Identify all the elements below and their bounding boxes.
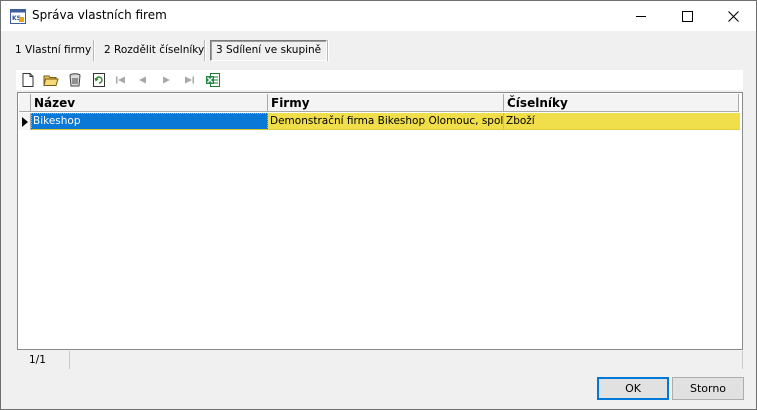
- table-row[interactable]: Bikeshop Demonstrační firma Bikeshop Olo…: [19, 113, 740, 130]
- tab-separator: [327, 40, 329, 61]
- tab-strip: 1 Vlastní firmy 2 Rozdělit číselníky 3 S…: [1, 39, 756, 61]
- excel-export-icon[interactable]: [205, 72, 221, 88]
- maximize-icon: [681, 10, 693, 22]
- new-document-icon[interactable]: [20, 72, 36, 88]
- tab-rozdelit-ciselniky[interactable]: 2 Rozdělit číselníky: [99, 39, 209, 61]
- window: KS Správa vlastních firem 1 Vlastní firm…: [0, 0, 757, 410]
- ok-button[interactable]: OK: [597, 377, 669, 400]
- record-position: 1/1: [16, 351, 70, 369]
- maximize-button[interactable]: [664, 1, 710, 31]
- close-icon: [727, 10, 739, 22]
- last-record-icon: [185, 76, 194, 84]
- minimize-icon: [636, 15, 646, 17]
- cell-nazev[interactable]: Bikeshop: [31, 113, 268, 130]
- current-row-arrow-icon: [22, 117, 28, 127]
- ks-app-icon: KS: [10, 9, 26, 24]
- close-button[interactable]: [710, 1, 756, 31]
- row-indicator: [19, 113, 31, 130]
- title-bar: KS Správa vlastních firem: [1, 1, 756, 31]
- tab-separator: [204, 40, 206, 61]
- row-indicator-header: [19, 94, 31, 112]
- refresh-icon[interactable]: [91, 72, 107, 88]
- minimize-button[interactable]: [618, 1, 664, 31]
- data-grid[interactable]: Název Firmy Číselníky Bikeshop Demonstra…: [17, 92, 743, 350]
- first-record-icon: [116, 76, 125, 84]
- toolbar: [16, 70, 743, 90]
- cancel-button[interactable]: Storno: [672, 377, 744, 400]
- tab-separator: [93, 40, 95, 61]
- delete-bin-icon[interactable]: [67, 72, 83, 88]
- tab-vlastni-firmy[interactable]: 1 Vlastní firmy: [10, 39, 96, 61]
- window-title: Správa vlastních firem: [32, 8, 167, 22]
- previous-record-icon: [139, 76, 146, 84]
- column-header-nazev[interactable]: Název: [31, 94, 268, 112]
- cell-firmy[interactable]: Demonstrační firma Bikeshop Olomouc, spo…: [268, 113, 504, 130]
- column-header-firmy[interactable]: Firmy: [268, 94, 504, 112]
- open-folder-icon[interactable]: [43, 72, 59, 88]
- column-header-ciselniky[interactable]: Číselníky: [504, 94, 739, 112]
- tab-sdileni-ve-skupine[interactable]: 3 Sdílení ve skupině: [210, 40, 328, 61]
- status-bar: 1/1: [16, 351, 743, 371]
- status-panel: [70, 351, 743, 369]
- cell-ciselniky[interactable]: Zboží: [504, 113, 740, 130]
- next-record-icon: [163, 76, 170, 84]
